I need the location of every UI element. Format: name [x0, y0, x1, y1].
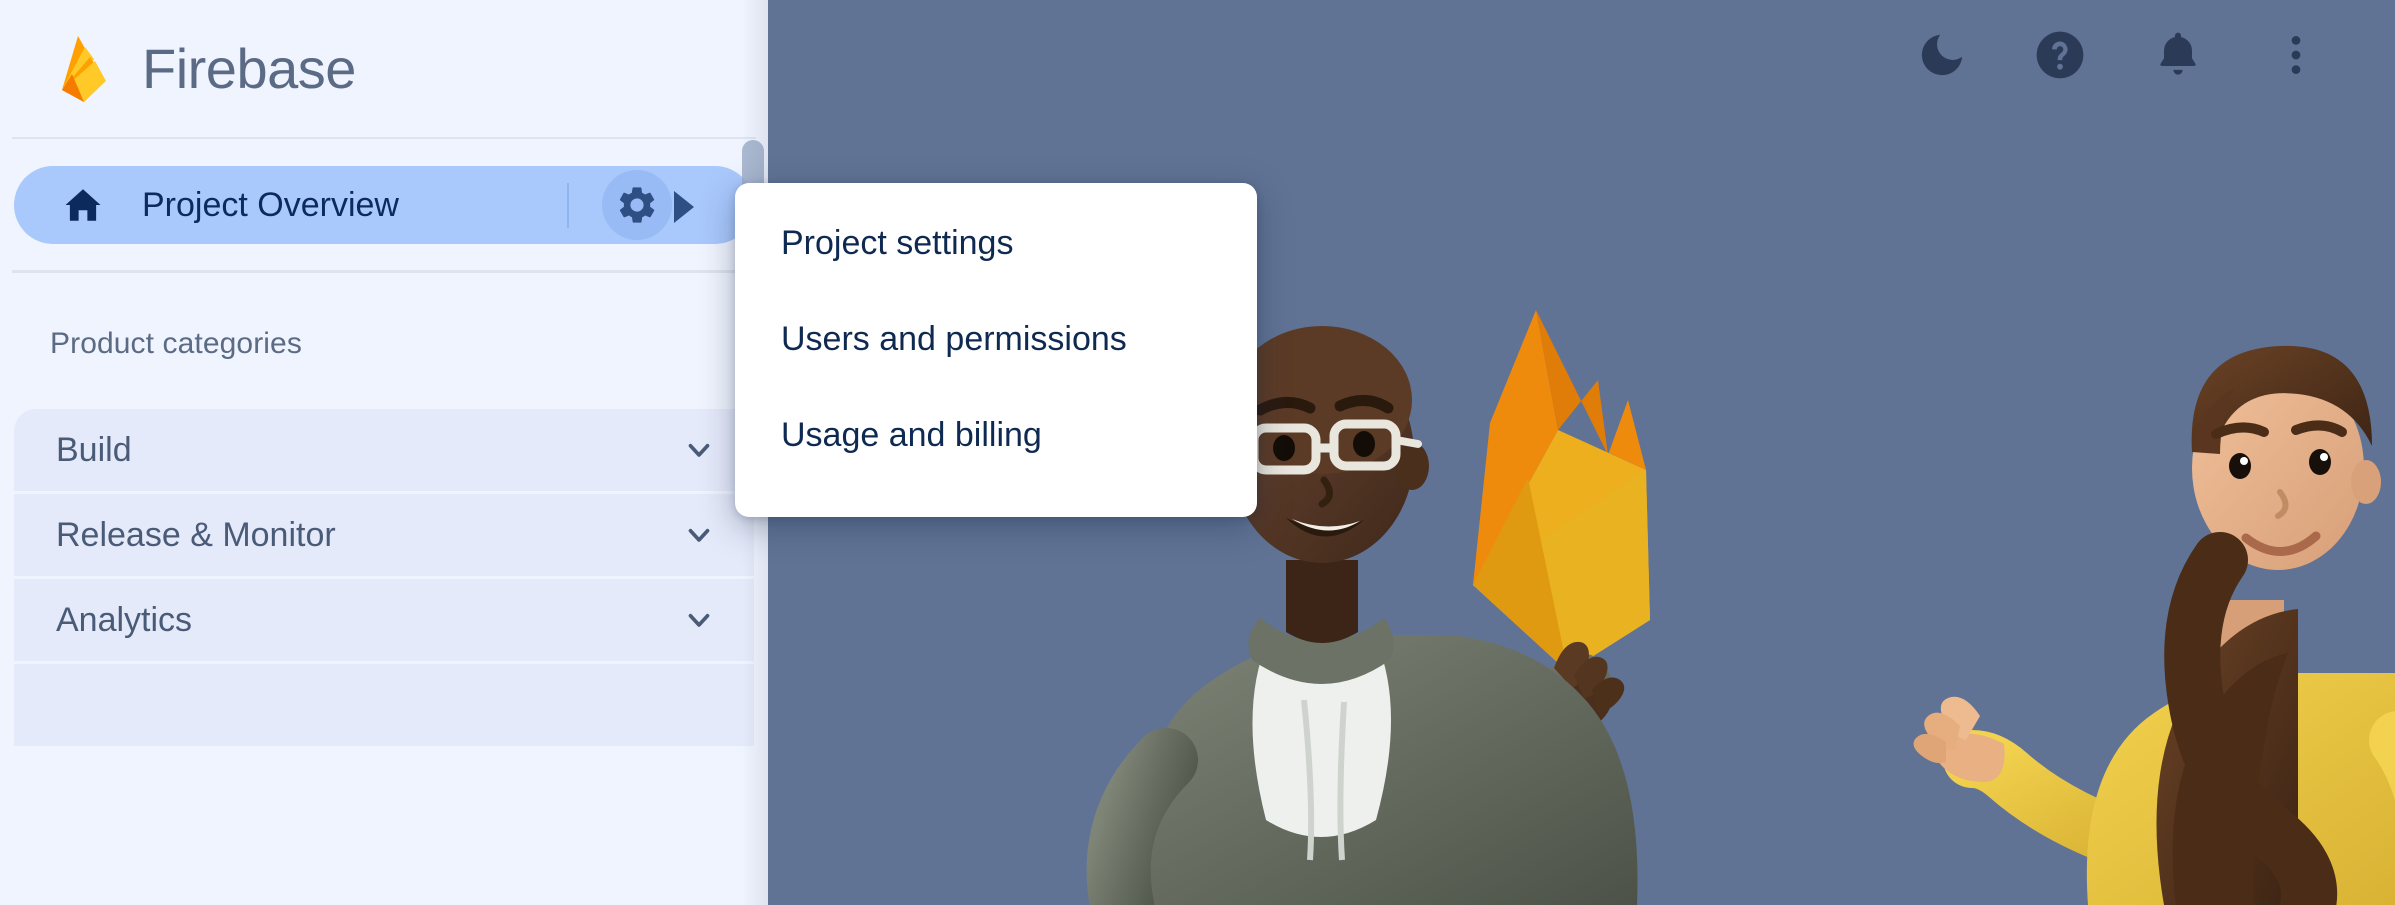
gear-icon	[619, 187, 655, 223]
notifications-button[interactable]	[2119, 0, 2237, 110]
project-settings-menu: Project settings Users and permissions U…	[735, 183, 1257, 517]
sidebar-category-next[interactable]	[14, 664, 754, 749]
sidebar: Firebase Project Overview Product catego…	[0, 0, 768, 905]
chevron-down-icon	[688, 613, 710, 627]
topbar	[1883, 0, 2395, 110]
menu-item-users-and-permissions[interactable]: Users and permissions	[735, 291, 1257, 387]
sidebar-category-build[interactable]: Build	[14, 409, 754, 494]
project-settings-button[interactable]	[602, 170, 672, 240]
sidebar-item-project-overview[interactable]: Project Overview	[14, 166, 754, 244]
sidebar-item-label: Project Overview	[142, 185, 399, 224]
category-label: Release & Monitor	[56, 515, 336, 554]
product-categories-list: Build Release & Monitor Analytics	[0, 409, 768, 749]
caret-right-icon[interactable]	[674, 191, 694, 223]
home-icon	[65, 189, 101, 221]
menu-item-usage-and-billing[interactable]: Usage and billing	[735, 387, 1257, 483]
help-button[interactable]	[2001, 0, 2119, 110]
chevron-down-icon	[688, 443, 710, 457]
category-label: Build	[56, 430, 132, 469]
pill-separator	[567, 183, 569, 228]
firebase-flame-icon	[62, 35, 106, 102]
more-vertical-icon	[2291, 36, 2301, 74]
moon-icon	[1921, 34, 1963, 76]
product-categories-label: Product categories	[50, 327, 302, 360]
brand-header[interactable]: Firebase	[0, 0, 768, 137]
bell-icon	[2160, 32, 2196, 75]
menu-item-project-settings[interactable]: Project settings	[735, 195, 1257, 291]
dark-mode-toggle[interactable]	[1883, 0, 2001, 110]
firebase-console-window: Firebase Project Overview Product catego…	[0, 0, 2395, 905]
chevron-down-icon	[688, 528, 710, 542]
help-circle-icon	[2036, 31, 2084, 79]
overflow-menu-button[interactable]	[2237, 0, 2355, 110]
brand-name: Firebase	[142, 36, 356, 100]
category-label: Analytics	[56, 600, 193, 639]
sidebar-category-release-monitor[interactable]: Release & Monitor	[14, 494, 754, 579]
sidebar-category-analytics[interactable]: Analytics	[14, 579, 754, 664]
